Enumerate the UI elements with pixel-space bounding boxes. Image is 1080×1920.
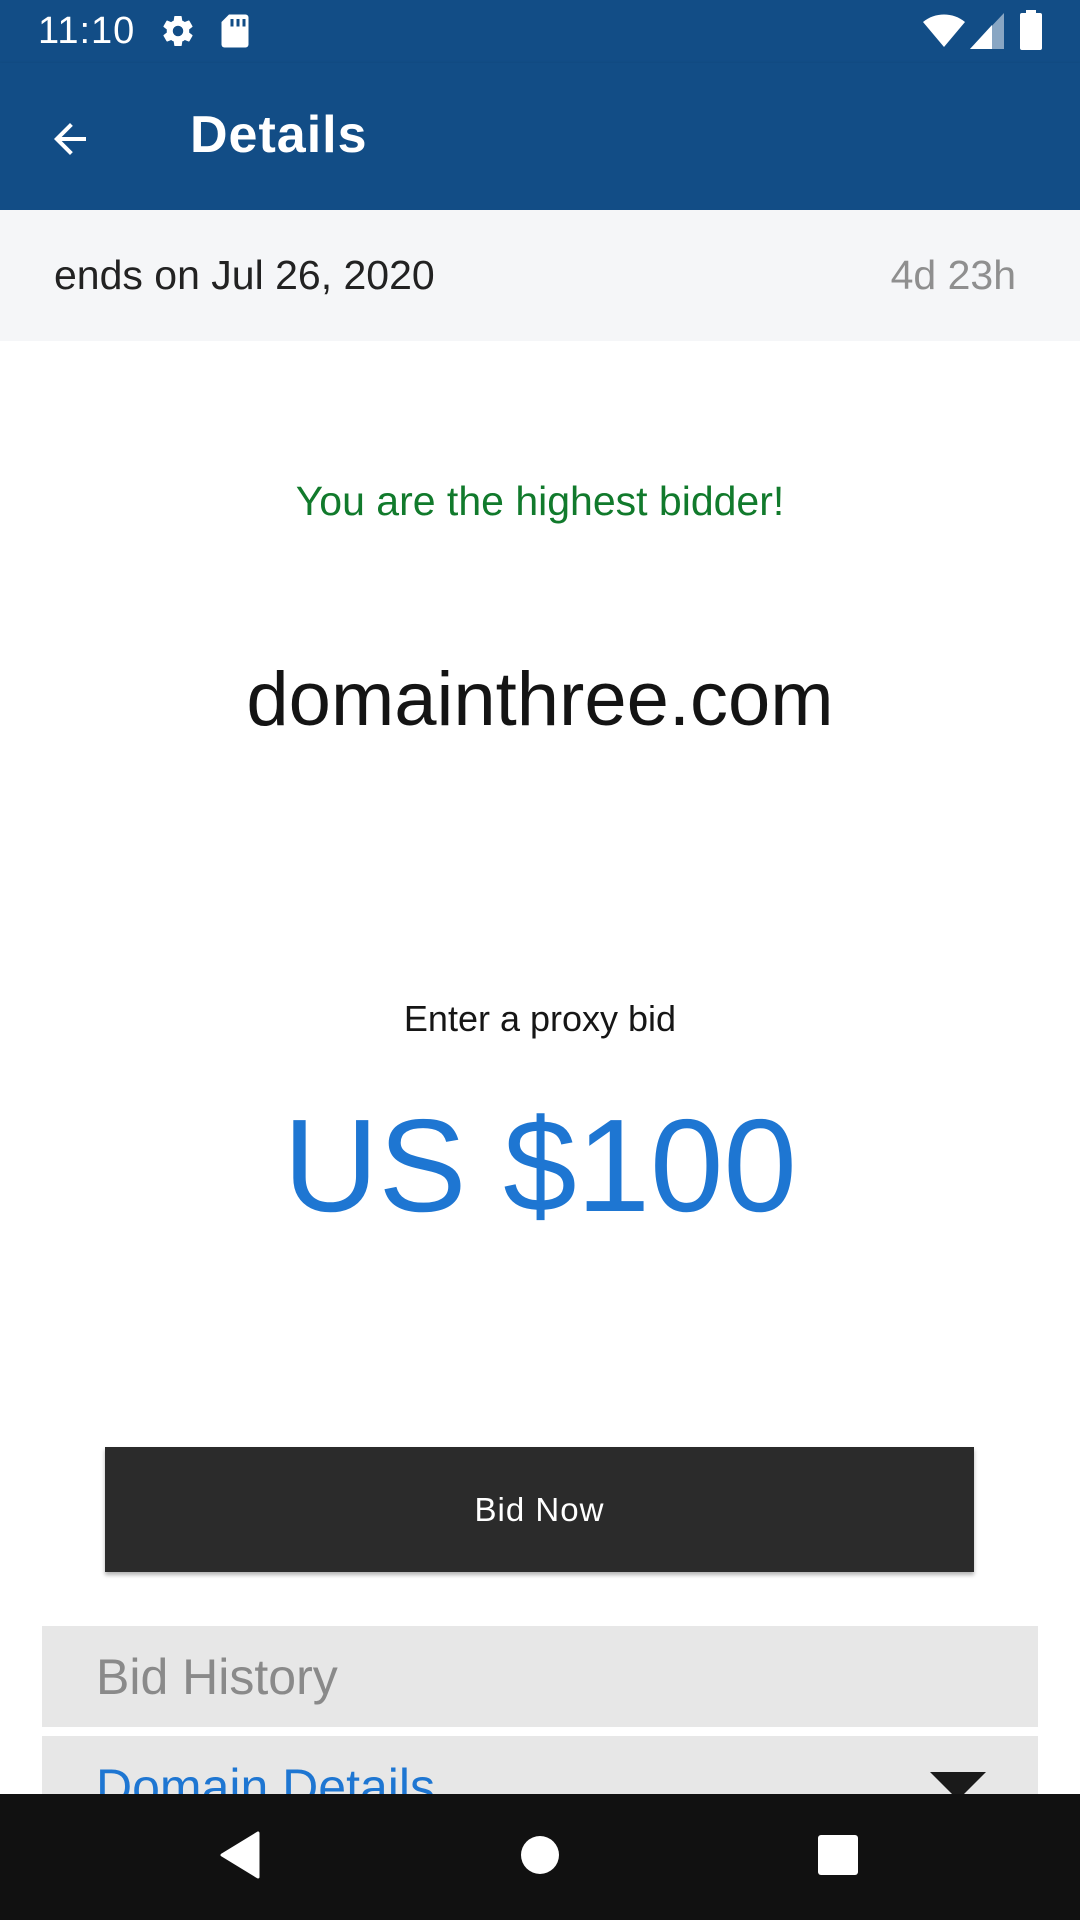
system-nav-bar [0,1794,1080,1920]
bid-history-section[interactable]: Bid History [42,1626,1038,1727]
bid-now-button[interactable]: Bid Now [105,1447,974,1572]
sd-card-icon [220,13,250,53]
time-remaining: 4d 23h [890,252,1016,298]
nav-recents-button[interactable] [798,1822,878,1892]
app-bar: Details [0,63,1080,210]
auction-end-row: ends on Jul 26, 2020 4d 23h [0,210,1080,341]
status-bar: 11:10 [0,0,1080,63]
back-button[interactable] [30,101,110,181]
arrow-left-icon [46,115,94,167]
bid-history-label: Bid History [96,1649,338,1705]
wifi-icon [922,14,966,52]
domain-name: domainthree.com [246,657,834,742]
status-time: 11:10 [38,10,136,52]
back-triangle-icon [218,1831,262,1883]
battery-icon [1020,10,1042,54]
page-title: Details [190,106,368,164]
nav-home-button[interactable] [500,1822,580,1892]
auction-end-date: ends on Jul 26, 2020 [54,252,435,298]
nav-back-button[interactable] [200,1822,280,1892]
recents-square-icon [818,1835,858,1879]
signal-icon [970,13,1004,53]
gear-icon [160,13,196,53]
bid-status-message: You are the highest bidder! [295,478,785,524]
proxy-bid-label: Enter a proxy bid [403,998,677,1039]
home-circle-icon [520,1835,560,1879]
bid-amount-input[interactable]: US $100 [0,1090,1080,1241]
